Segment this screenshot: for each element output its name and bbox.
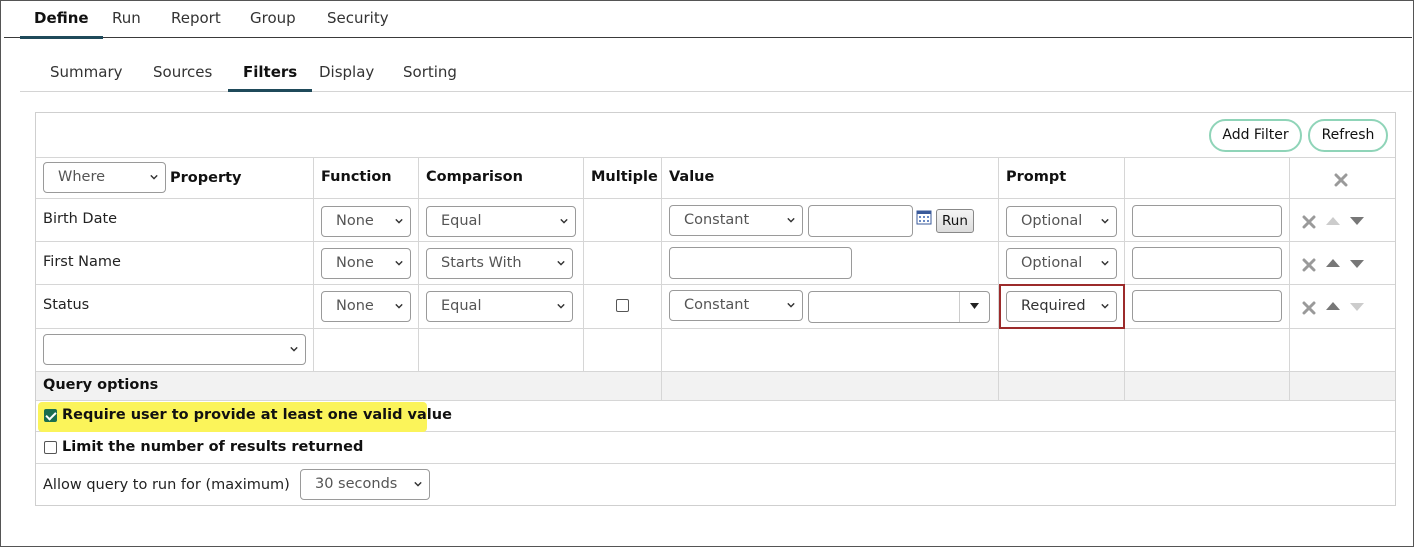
delete-row-icon[interactable] — [1302, 215, 1316, 229]
chevron-down-icon — [560, 218, 568, 224]
query-options-row-bg — [36, 371, 1395, 400]
caret-down-icon — [970, 303, 979, 309]
header-comparison: Comparison — [426, 169, 523, 185]
chevron-down-icon — [557, 260, 565, 266]
chevron-down-icon — [1101, 218, 1109, 224]
function-select[interactable]: None — [321, 248, 411, 279]
prompt-text-input[interactable] — [1132, 205, 1282, 237]
move-down-icon[interactable] — [1350, 303, 1364, 311]
where-select-value: Where — [58, 169, 106, 185]
value-type-select[interactable]: Constant — [669, 205, 803, 236]
prompt-select[interactable]: Optional — [1006, 206, 1117, 237]
chevron-down-icon — [395, 260, 403, 266]
delete-row-icon[interactable] — [1302, 258, 1316, 272]
header-prompt: Prompt — [1006, 169, 1067, 185]
chevron-down-icon — [557, 303, 565, 309]
value-type-select-value: Constant — [684, 297, 750, 313]
tab-run[interactable]: Run — [112, 0, 141, 37]
limit-results-label: Limit the number of results returned — [62, 439, 364, 455]
prompt-select[interactable]: Optional — [1006, 248, 1117, 279]
comparison-select[interactable]: Equal — [426, 206, 576, 237]
combobox-dropdown-button[interactable] — [959, 292, 989, 322]
top-tab-bar: Define Run Report Group Security — [4, 0, 1412, 39]
move-up-icon[interactable] — [1326, 302, 1340, 310]
function-select[interactable]: None — [321, 291, 411, 322]
tab-security[interactable]: Security — [327, 0, 389, 37]
value-input[interactable] — [669, 247, 852, 279]
where-select[interactable]: Where — [43, 162, 166, 193]
move-up-icon[interactable] — [1326, 259, 1340, 267]
chevron-down-icon — [290, 346, 298, 352]
comparison-select[interactable]: Starts With — [426, 248, 573, 279]
value-type-select-value: Constant — [684, 212, 750, 228]
value-input[interactable] — [808, 205, 913, 237]
tab-sources[interactable]: Sources — [153, 62, 212, 90]
prompt-text-input[interactable] — [1132, 290, 1282, 322]
move-down-icon[interactable] — [1350, 217, 1364, 225]
run-button[interactable]: Run — [936, 209, 974, 233]
move-up-icon[interactable] — [1326, 217, 1340, 225]
prompt-select[interactable]: Required — [1006, 291, 1117, 322]
header-property: Property — [170, 170, 242, 186]
tab-display[interactable]: Display — [319, 62, 374, 90]
add-filter-button[interactable]: Add Filter — [1209, 119, 1302, 152]
tab-summary[interactable]: Summary — [50, 62, 123, 90]
calendar-icon[interactable] — [916, 209, 932, 225]
row-property: Status — [43, 297, 90, 313]
chevron-down-icon — [150, 174, 158, 180]
limit-results-checkbox[interactable] — [44, 441, 57, 454]
delete-row-icon[interactable] — [1302, 301, 1316, 315]
sub-tab-bar: Summary Sources Filters Display Sorting — [20, 38, 1412, 92]
value-type-select[interactable]: Constant — [669, 290, 803, 321]
max-time-select-value: 30 seconds — [315, 476, 398, 492]
prompt-select-value: Required — [1021, 298, 1086, 314]
move-down-icon[interactable] — [1350, 260, 1364, 268]
max-time-select[interactable]: 30 seconds — [300, 469, 430, 500]
chevron-down-icon — [1101, 303, 1109, 309]
prompt-text-input[interactable] — [1132, 247, 1282, 279]
chevron-down-icon — [395, 303, 403, 309]
refresh-button[interactable]: Refresh — [1308, 119, 1388, 152]
prompt-select-value: Optional — [1021, 213, 1083, 229]
tab-report[interactable]: Report — [171, 0, 221, 37]
header-function: Function — [321, 169, 392, 185]
tab-group[interactable]: Group — [250, 0, 296, 37]
header-multiple: Multiple — [591, 169, 658, 185]
chevron-down-icon — [787, 302, 795, 308]
function-select-value: None — [336, 213, 374, 229]
tab-sorting[interactable]: Sorting — [403, 62, 457, 90]
prompt-select-value: Optional — [1021, 255, 1083, 271]
row-property: First Name — [43, 254, 121, 270]
tab-define[interactable]: Define — [20, 0, 103, 39]
query-options-title: Query options — [43, 377, 159, 393]
comparison-select-value: Equal — [441, 298, 482, 314]
chevron-down-icon — [414, 481, 422, 487]
comparison-select-value: Starts With — [441, 255, 522, 271]
function-select-value: None — [336, 255, 374, 271]
function-select[interactable]: None — [321, 206, 411, 237]
require-value-checkbox[interactable] — [44, 409, 57, 422]
tab-filters[interactable]: Filters — [227, 62, 313, 92]
multiple-checkbox[interactable] — [616, 299, 629, 312]
filters-panel: Add Filter Refresh Where Property Functi… — [35, 112, 1396, 506]
chevron-down-icon — [395, 218, 403, 224]
row-property: Birth Date — [43, 211, 118, 227]
require-value-label: Require user to provide at least one val… — [62, 407, 452, 423]
add-property-select[interactable] — [43, 334, 306, 365]
chevron-down-icon — [1101, 260, 1109, 266]
value-combobox[interactable] — [808, 291, 990, 323]
delete-all-icon[interactable] — [1334, 173, 1348, 187]
comparison-select[interactable]: Equal — [426, 291, 573, 322]
header-value: Value — [669, 169, 715, 185]
comparison-select-value: Equal — [441, 213, 482, 229]
function-select-value: None — [336, 298, 374, 314]
chevron-down-icon — [787, 217, 795, 223]
max-time-label: Allow query to run for (maximum) — [43, 477, 290, 493]
